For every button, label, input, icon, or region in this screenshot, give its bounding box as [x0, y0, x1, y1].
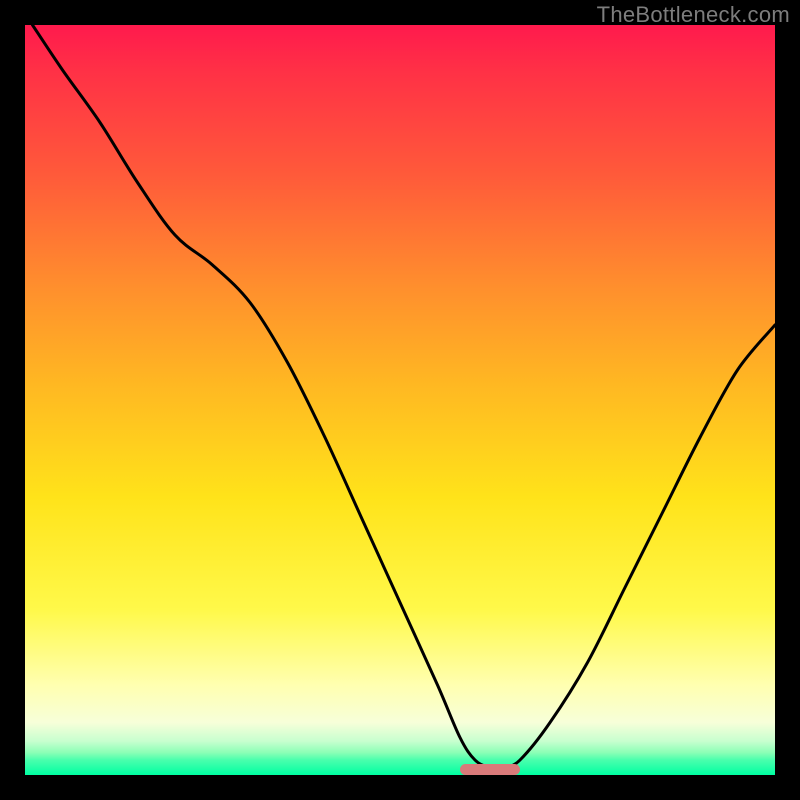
curve-left-segment [33, 25, 506, 768]
chart-frame: TheBottleneck.com [0, 0, 800, 800]
plot-area [25, 25, 775, 775]
minimum-marker [460, 764, 520, 775]
curve-right-segment [505, 325, 775, 768]
watermark-text: TheBottleneck.com [597, 2, 790, 28]
bottleneck-curve [25, 25, 775, 775]
